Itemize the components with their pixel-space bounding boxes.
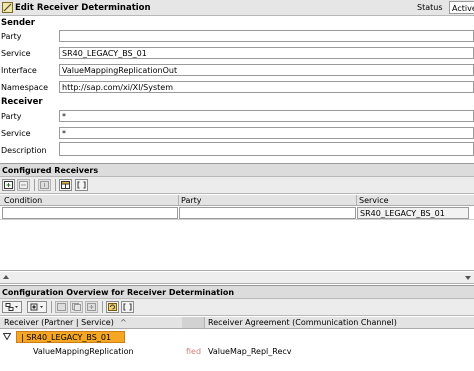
configured-receivers-heading: Configured Receivers	[0, 163, 474, 177]
display-menu-icon[interactable]	[27, 301, 47, 313]
refresh-icon[interactable]	[106, 301, 119, 313]
sender-party-label: Party	[1, 32, 22, 41]
tree-node-interface[interactable]: ValueMappingReplication	[33, 347, 134, 356]
new-object-icon[interactable]	[85, 301, 98, 313]
service-cell[interactable]: SR40_LEGACY_BS_01	[357, 207, 469, 219]
expand-all-icon[interactable]	[121, 301, 134, 313]
sender-interface-label: Interface	[1, 66, 37, 75]
tree-row-service[interactable]: | SR40_LEGACY_BS_01	[0, 330, 474, 344]
column-condition-header[interactable]: Condition	[4, 196, 42, 205]
receiver-service-field[interactable]: *	[59, 127, 474, 139]
open-object-icon[interactable]	[55, 301, 68, 313]
collapse-up-icon[interactable]	[3, 275, 9, 279]
status-label: Status	[417, 3, 443, 12]
configuration-overview-header-row: Receiver (Partner | Service) ^ Receiver …	[0, 317, 474, 329]
receiver-description-field[interactable]	[59, 142, 474, 156]
configuration-overview-heading: Configuration Overview for Receiver Dete…	[0, 285, 474, 299]
column-agreement-header[interactable]: Receiver Agreement (Communication Channe…	[208, 318, 397, 327]
receiver-agreement-cell[interactable]: ValueMap_Repl_Recv	[208, 347, 292, 356]
table-row[interactable]: SR40_LEGACY_BS_01	[0, 206, 474, 220]
window-title: Edit Receiver Determination	[15, 3, 151, 13]
configuration-overview-toolbar	[0, 299, 474, 316]
tree-node-service[interactable]: | SR40_LEGACY_BS_01	[16, 331, 125, 343]
pane-splitter[interactable]	[0, 272, 474, 284]
status-text: fied	[186, 347, 202, 356]
copy-object-icon[interactable]	[70, 301, 83, 313]
column-service-header[interactable]: Service	[359, 196, 389, 205]
sender-namespace-field[interactable]: http://sap.com/xi/XI/System	[59, 81, 474, 93]
hierarchy-menu-icon[interactable]	[2, 301, 22, 313]
sort-ascending-icon[interactable]: ^	[120, 318, 127, 327]
edit-object-icon	[2, 2, 13, 13]
insert-line-icon[interactable]	[2, 179, 15, 191]
column-party-header[interactable]: Party	[181, 196, 202, 205]
status-column-header	[182, 317, 204, 328]
column-receiver-header[interactable]: Receiver (Partner | Service)	[4, 318, 114, 327]
receiver-party-label: Party	[1, 112, 22, 121]
tree-expanded-icon[interactable]	[3, 333, 11, 340]
receiver-party-field[interactable]: *	[59, 110, 474, 122]
tree-row-interface[interactable]: ValueMappingReplication fied ValueMap_Re…	[0, 345, 474, 359]
window-title-bar: Edit Receiver Determination Status Activ…	[0, 0, 474, 16]
receiver-heading: Receiver	[1, 97, 43, 107]
sender-service-field[interactable]: SR40_LEGACY_BS_01	[59, 47, 474, 59]
sender-interface-field[interactable]: ValueMappingReplicationOut	[59, 64, 474, 76]
details-icon[interactable]	[38, 179, 51, 191]
table-settings-icon[interactable]	[59, 179, 72, 191]
sender-party-field[interactable]	[59, 30, 474, 42]
expand-columns-icon[interactable]	[75, 179, 88, 191]
receiver-description-label: Description	[1, 146, 47, 155]
delete-line-icon[interactable]	[17, 179, 30, 191]
configured-receivers-empty-area	[0, 220, 474, 271]
configured-receivers-toolbar	[0, 177, 474, 194]
overview-empty-area	[0, 360, 474, 371]
condition-cell[interactable]	[2, 207, 178, 219]
sender-service-label: Service	[1, 49, 31, 58]
party-cell[interactable]	[179, 207, 356, 219]
receiver-service-label: Service	[1, 129, 31, 138]
sender-namespace-label: Namespace	[1, 83, 49, 92]
configured-receivers-header-row: Condition Party Service	[0, 195, 474, 206]
status-value-field: Active	[449, 1, 474, 14]
sender-heading: Sender	[1, 18, 35, 28]
scroll-down-icon[interactable]	[465, 276, 471, 280]
